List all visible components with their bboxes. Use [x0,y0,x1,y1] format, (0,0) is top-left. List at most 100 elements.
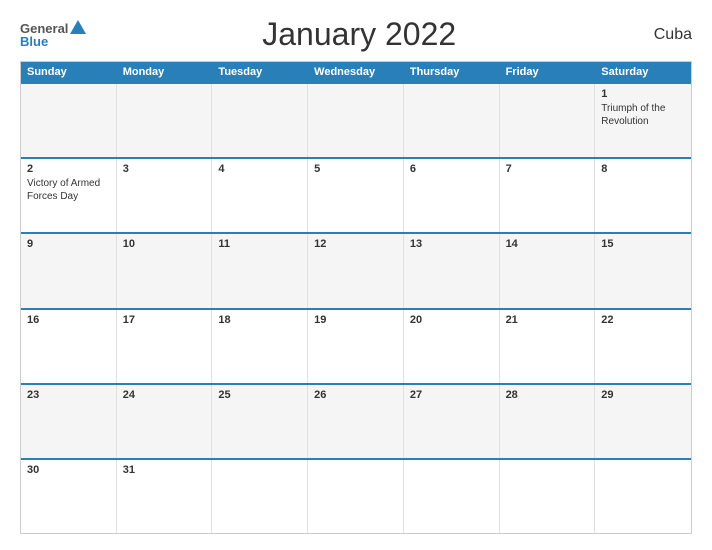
cell-w5-thu: 27 [404,385,500,458]
day-9: 9 [27,238,110,250]
logo-blue: Blue [20,35,48,48]
cell-w6-thu [404,460,500,533]
cell-w6-fri [500,460,596,533]
day-23: 23 [27,389,110,401]
page: General Blue January 2022 Cuba Sunday Mo… [0,0,712,550]
cell-w1-tue [212,84,308,157]
cell-w3-sat: 15 [595,234,691,307]
cell-w4-fri: 21 [500,310,596,383]
cell-w1-sat: 1 Triumph of the Revolution [595,84,691,157]
cell-w4-tue: 18 [212,310,308,383]
cell-w3-wed: 12 [308,234,404,307]
day-27: 27 [410,389,493,401]
day-11: 11 [218,238,301,250]
day-8: 8 [601,163,685,175]
cell-w4-thu: 20 [404,310,500,383]
cell-w6-mon: 31 [117,460,213,533]
logo-triangle-icon [70,20,86,34]
cell-w3-sun: 9 [21,234,117,307]
header-sunday: Sunday [21,62,117,82]
day-13: 13 [410,238,493,250]
day-7: 7 [506,163,589,175]
week-row-3: 9 10 11 12 13 14 15 [21,232,691,307]
day-30: 30 [27,464,110,476]
day-24: 24 [123,389,206,401]
day-5: 5 [314,163,397,175]
cell-w1-sun [21,84,117,157]
cell-w4-sat: 22 [595,310,691,383]
week-row-5: 23 24 25 26 27 28 29 [21,383,691,458]
cell-w6-wed [308,460,404,533]
week-row-4: 16 17 18 19 20 21 22 [21,308,691,383]
cell-w2-tue: 4 [212,159,308,232]
day-6: 6 [410,163,493,175]
calendar: Sunday Monday Tuesday Wednesday Thursday… [20,61,692,534]
cell-w3-tue: 11 [212,234,308,307]
day-25: 25 [218,389,301,401]
cell-w6-tue [212,460,308,533]
holiday-2: Victory of Armed Forces Day [27,178,100,202]
header-tuesday: Tuesday [212,62,308,82]
cell-w2-sun: 2 Victory of Armed Forces Day [21,159,117,232]
cell-w5-fri: 28 [500,385,596,458]
cell-w1-thu [404,84,500,157]
calendar-title: January 2022 [86,16,632,53]
cell-w3-fri: 14 [500,234,596,307]
cell-w2-fri: 7 [500,159,596,232]
day-4: 4 [218,163,301,175]
day-31: 31 [123,464,206,476]
cell-w4-mon: 17 [117,310,213,383]
holiday-1: Triumph of the Revolution [601,103,665,127]
week-row-1: 1 Triumph of the Revolution [21,82,691,157]
cell-w6-sat [595,460,691,533]
cell-w3-thu: 13 [404,234,500,307]
cell-w5-tue: 25 [212,385,308,458]
cell-w1-wed [308,84,404,157]
day-14: 14 [506,238,589,250]
day-12: 12 [314,238,397,250]
header-monday: Monday [117,62,213,82]
calendar-body: 1 Triumph of the Revolution 2 Victory of… [21,82,691,533]
cell-w5-wed: 26 [308,385,404,458]
day-17: 17 [123,314,206,326]
day-16: 16 [27,314,110,326]
cell-w5-sat: 29 [595,385,691,458]
week-row-6: 30 31 [21,458,691,533]
logo-wrapper: General Blue [20,22,86,48]
cell-w4-sun: 16 [21,310,117,383]
header: General Blue January 2022 Cuba [20,16,692,53]
day-18: 18 [218,314,301,326]
cell-w4-wed: 19 [308,310,404,383]
day-15: 15 [601,238,685,250]
day-2: 2 [27,163,110,175]
day-3: 3 [123,163,206,175]
day-20: 20 [410,314,493,326]
week-row-2: 2 Victory of Armed Forces Day 3 4 5 6 7 [21,157,691,232]
header-friday: Friday [500,62,596,82]
country-name: Cuba [632,26,692,44]
day-19: 19 [314,314,397,326]
day-28: 28 [506,389,589,401]
cell-w5-sun: 23 [21,385,117,458]
header-thursday: Thursday [404,62,500,82]
calendar-header-row: Sunday Monday Tuesday Wednesday Thursday… [21,62,691,82]
header-saturday: Saturday [595,62,691,82]
logo-general: General [20,22,68,35]
day-26: 26 [314,389,397,401]
logo-top: General [20,22,86,35]
cell-w6-sun: 30 [21,460,117,533]
cell-w2-wed: 5 [308,159,404,232]
day-22: 22 [601,314,685,326]
cell-w1-fri [500,84,596,157]
day-1: 1 [601,88,685,100]
cell-w2-sat: 8 [595,159,691,232]
cell-w5-mon: 24 [117,385,213,458]
header-wednesday: Wednesday [308,62,404,82]
logo: General Blue [20,22,86,48]
day-10: 10 [123,238,206,250]
cell-w2-mon: 3 [117,159,213,232]
cell-w2-thu: 6 [404,159,500,232]
day-29: 29 [601,389,685,401]
day-21: 21 [506,314,589,326]
cell-w1-mon [117,84,213,157]
